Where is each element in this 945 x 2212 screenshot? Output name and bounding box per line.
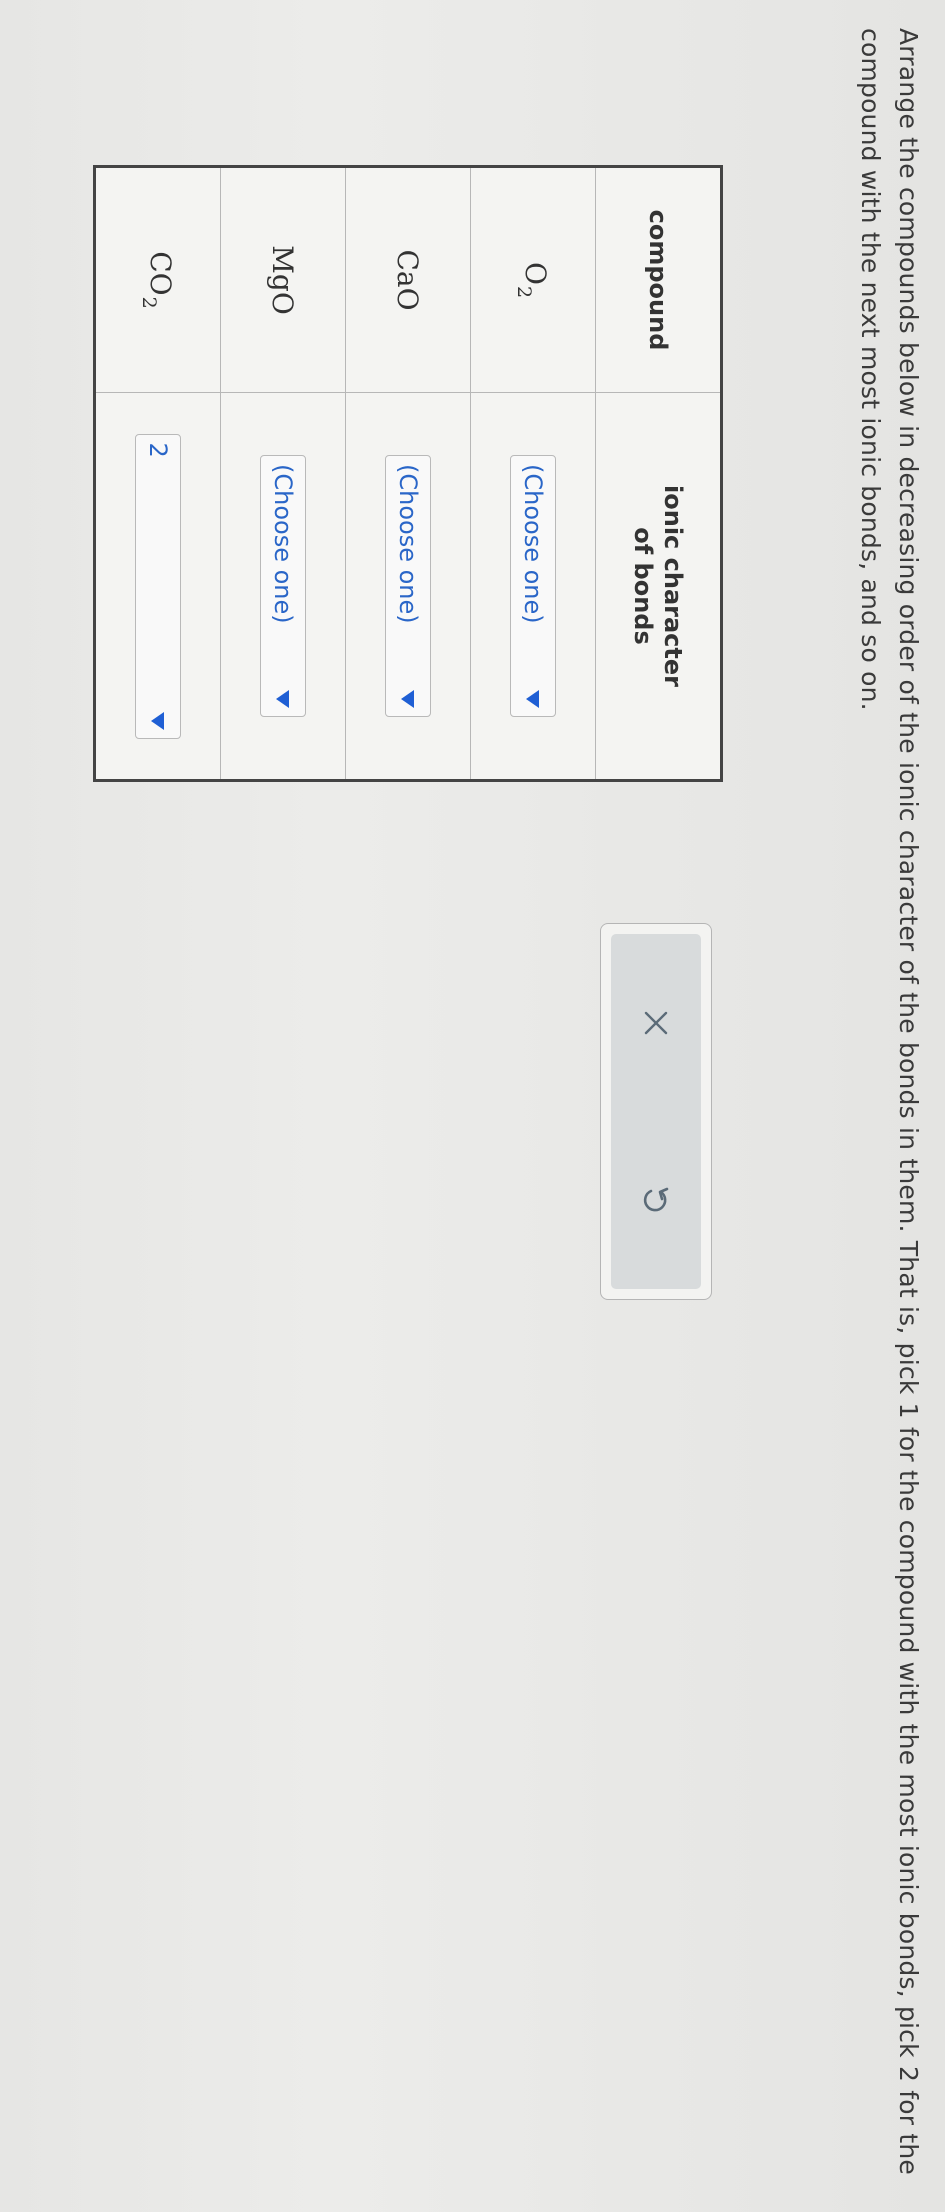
page: Arrange the compounds below in decreasin… [0, 0, 945, 2212]
compound-cell: MgO [220, 166, 346, 393]
answer-tools-bar [611, 934, 701, 1289]
question-instructions: Arrange the compounds below in decreasin… [856, 28, 923, 2175]
compound-formula-mgo: MgO [267, 245, 300, 315]
formula-subscript: 2 [513, 285, 536, 299]
table-row-cao: CaO (Choose one) [345, 166, 471, 781]
formula-element: MgO [266, 245, 300, 315]
formula-subscript: 2 [138, 296, 161, 309]
formula-element: O [519, 261, 553, 285]
ionic-rank-cell: (Choose one) [220, 392, 346, 781]
caret-down-icon [401, 690, 415, 708]
table-row-co2: CO2 2 [94, 166, 221, 781]
table-row-o2: O2 (Choose one) [470, 166, 596, 781]
caret-down-icon [276, 690, 290, 708]
table-row-mgo: MgO (Choose one) [220, 166, 346, 781]
rank-select-value: 2 [144, 442, 172, 458]
compound-cell: O2 [470, 166, 596, 393]
formula-element: CaO [391, 249, 425, 311]
rank-select-label: (Choose one) [519, 464, 547, 624]
ionic-rank-cell: (Choose one) [470, 392, 596, 781]
compound-formula-o2: O2 [514, 261, 553, 298]
answer-tools-panel [600, 923, 712, 1300]
header-compound: compound [595, 166, 722, 393]
undo-icon [643, 1187, 669, 1212]
compound-formula-co2: CO2 [139, 251, 178, 308]
ionic-rank-cell: 2 [94, 392, 221, 781]
compound-formula-cao: CaO [392, 249, 425, 310]
header-ionic-character: ionic character of bonds [595, 392, 722, 781]
clear-button[interactable] [616, 978, 696, 1068]
compound-cell: CO2 [94, 166, 221, 393]
x-icon [644, 1011, 668, 1034]
undo-button[interactable] [616, 1155, 696, 1245]
answer-table: compound ionic character of bonds O2 (Ch… [93, 165, 723, 782]
caret-down-icon [151, 711, 165, 730]
compound-cell: CaO [345, 166, 471, 393]
caret-down-icon [526, 690, 540, 708]
header-ionic-line2: of bonds [629, 527, 657, 645]
table-header-row: compound ionic character of bonds [595, 166, 722, 781]
rank-select-o2[interactable]: (Choose one) [510, 455, 556, 717]
rank-select-co2[interactable]: 2 [135, 433, 181, 739]
question-content: Arrange the compounds below in decreasin… [0, 0, 945, 2212]
rank-select-label: (Choose one) [269, 464, 297, 624]
rank-select-mgo[interactable]: (Choose one) [260, 455, 306, 717]
rank-select-cao[interactable]: (Choose one) [385, 455, 431, 717]
formula-element: CO [144, 251, 178, 296]
header-ionic-line1: ionic character [659, 485, 687, 687]
rank-select-label: (Choose one) [394, 464, 422, 624]
ionic-rank-cell: (Choose one) [345, 392, 471, 781]
